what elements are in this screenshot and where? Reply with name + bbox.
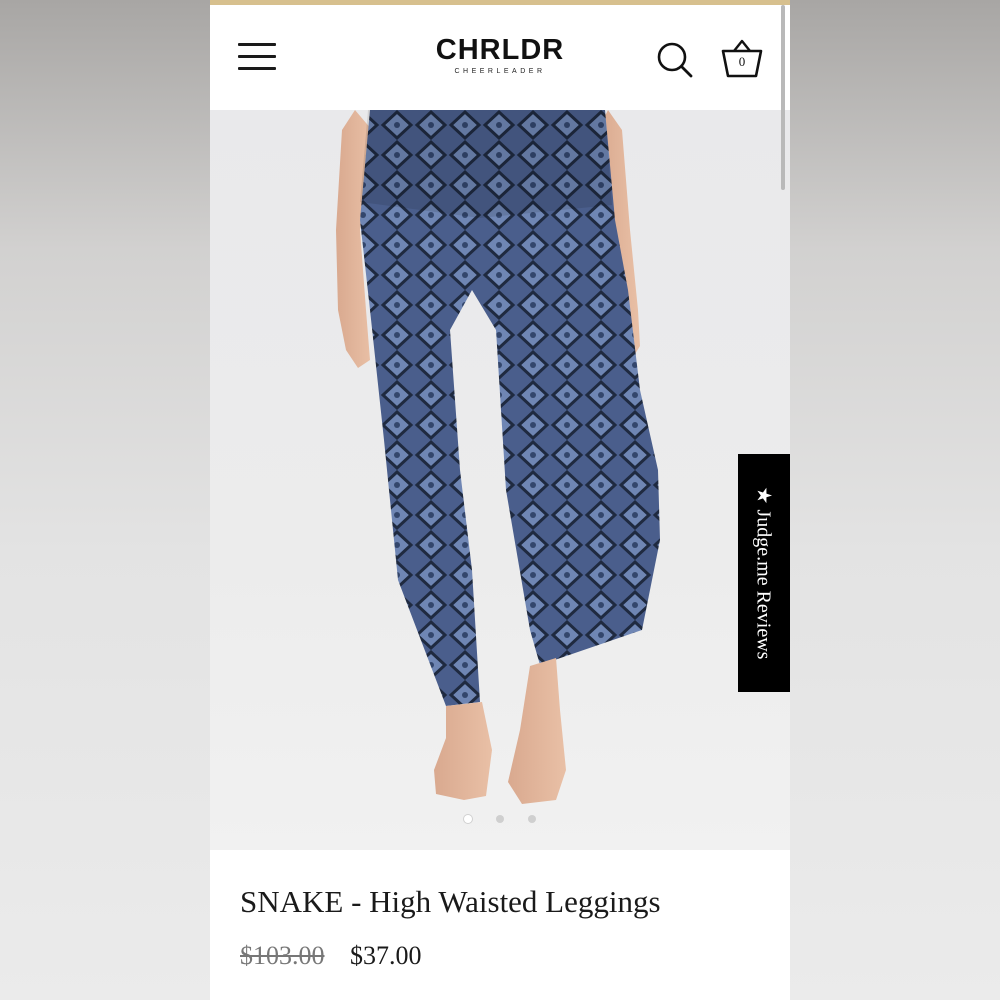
star-icon: ★	[752, 486, 775, 505]
background-right	[790, 0, 1000, 1000]
product-title: SNAKE - High Waisted Leggings	[240, 884, 661, 919]
sale-price: $37.00	[350, 941, 422, 970]
carousel-dot-1[interactable]	[464, 815, 472, 823]
left-foot	[434, 702, 492, 800]
background-left	[0, 0, 210, 1000]
site-header: CHRLDR CHEERLEADER 0	[210, 5, 790, 110]
search-icon[interactable]	[655, 40, 695, 80]
carousel-dot-3[interactable]	[528, 815, 536, 823]
brand-logo[interactable]: CHRLDR CHEERLEADER	[210, 35, 790, 76]
carousel-dots	[210, 810, 790, 823]
product-image[interactable]	[210, 110, 790, 850]
reviews-tab-label: Judge.me Reviews	[752, 509, 775, 660]
product-info: SNAKE - High Waisted Leggings $103.00 $3…	[210, 850, 790, 1000]
cart-count: 0	[738, 54, 746, 69]
mobile-page: CHRLDR CHEERLEADER 0 ★ Judge.me Reviews …	[210, 0, 790, 1000]
logo-sub-text: CHEERLEADER	[454, 68, 546, 75]
scrollbar[interactable]	[781, 5, 785, 190]
logo-main-text: CHRLDR	[435, 34, 565, 66]
carousel-dot-2[interactable]	[496, 815, 504, 823]
original-price: $103.00	[240, 941, 325, 970]
judgeme-reviews-tab[interactable]: ★ Judge.me Reviews	[738, 454, 790, 692]
basket-icon[interactable]: 0	[720, 38, 764, 80]
right-foot	[508, 658, 566, 804]
